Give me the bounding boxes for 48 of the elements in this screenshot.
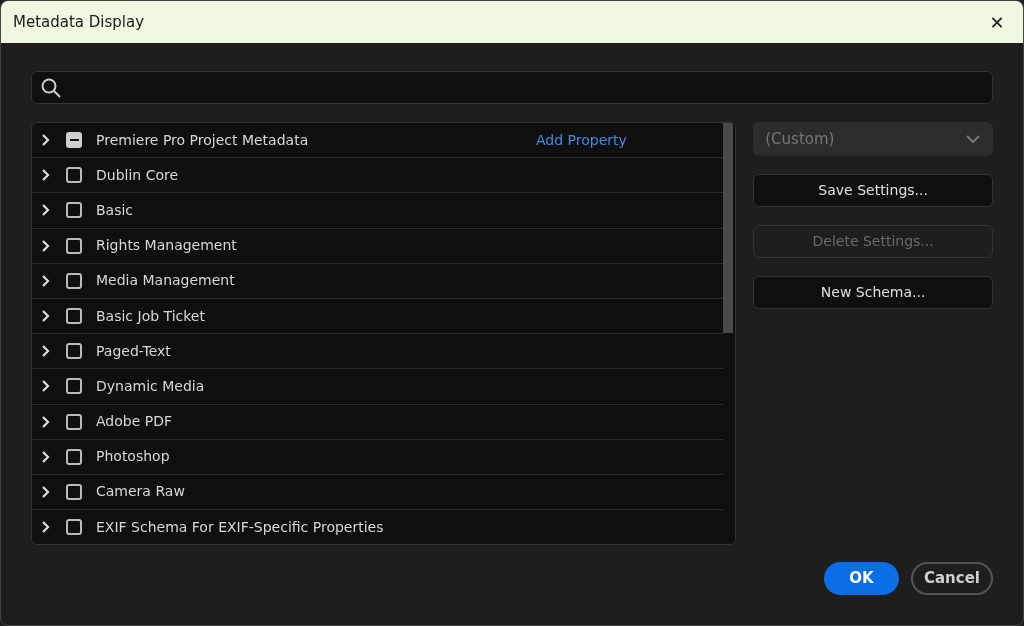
chevron-icon[interactable] [40,238,52,253]
checkbox[interactable] [66,378,82,395]
chevron-icon[interactable] [40,520,52,535]
chevron-down-icon [965,134,981,144]
close-button[interactable]: ✕ [979,6,1015,38]
checkbox[interactable] [66,413,82,430]
schema-label: Basic Job Ticket [96,306,206,326]
schema-label: Dublin Core [96,165,180,185]
schema-label: Paged-Text [96,341,172,361]
schema-label: Basic [96,200,135,220]
chevron-icon[interactable] [40,273,52,288]
checkbox[interactable] [66,308,82,325]
scrollbar-thumb[interactable] [723,123,734,333]
checkbox[interactable] [66,237,82,254]
add-property-link[interactable]: Add Property [536,129,627,151]
checkbox[interactable] [66,448,82,465]
checkbox[interactable] [66,483,82,500]
schema-label: Adobe PDF [96,412,173,432]
chevron-icon[interactable] [40,133,52,148]
ok-button[interactable]: OK [824,562,899,595]
schema-label: Media Management [96,271,236,291]
schema-label: EXIF Schema For EXIF-Specific Properties [96,517,385,537]
schema-label: Rights Management [96,236,238,256]
search-icon [40,76,62,99]
chevron-icon[interactable] [40,484,52,499]
checkbox[interactable] [66,519,82,536]
chevron-icon[interactable] [40,414,52,429]
schema-label: Photoshop [96,447,171,467]
checkbox[interactable] [66,272,82,289]
cancel-button[interactable]: Cancel [911,562,993,595]
schema-label: Dynamic Media [96,376,206,396]
checkbox[interactable] [66,167,82,184]
chevron-icon[interactable] [40,203,52,218]
schema-label: Camera Raw [96,482,186,502]
schema-label: Premiere Pro Project Metadata [96,130,310,150]
checkbox[interactable] [66,343,82,360]
search-field[interactable] [31,71,993,104]
checkbox[interactable] [66,132,82,149]
settings-button[interactable]: New Schema... [753,276,993,309]
settings-button[interactable]: Save Settings... [753,174,993,207]
scrollbar[interactable] [723,123,736,544]
chevron-icon[interactable] [40,309,52,324]
window-title: Metadata Display [13,11,145,33]
chevron-icon[interactable] [40,379,52,394]
chevron-icon[interactable] [40,344,52,359]
checkbox[interactable] [66,202,82,219]
chevron-icon[interactable] [40,168,52,183]
chevron-icon[interactable] [40,449,52,464]
